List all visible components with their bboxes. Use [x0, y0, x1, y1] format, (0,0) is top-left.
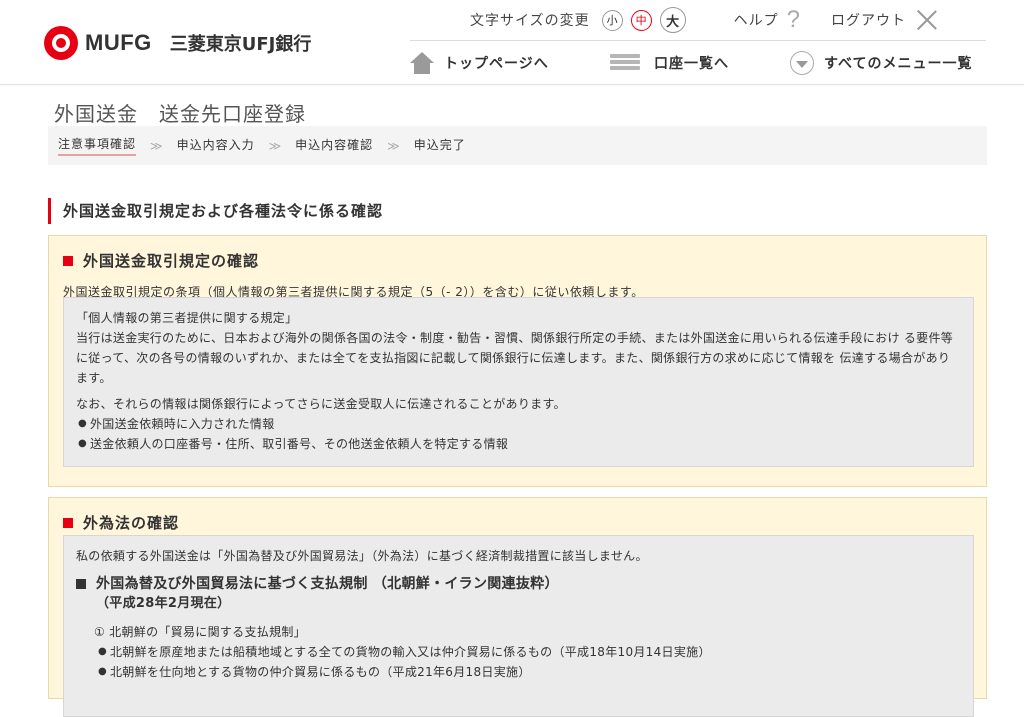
font-size-large-button[interactable]: 大	[659, 7, 686, 33]
red-square-icon	[63, 255, 73, 266]
question-icon: ?	[786, 6, 801, 33]
black-square-icon	[76, 579, 86, 589]
forex-law-heading: 外為法の確認	[63, 512, 986, 533]
help-label: ヘルプ	[733, 13, 779, 29]
bullet-icon: ●	[98, 646, 108, 657]
nav-account-list[interactable]: 口座一覧へ	[610, 52, 790, 74]
step-separator: ≫	[150, 138, 163, 153]
privacy-terms-note: なお、それらの情報は関係銀行によってさらに送金受取人に伝達されることがあります。	[76, 397, 566, 411]
nav-all-menu[interactable]: すべてのメニュー一覧	[790, 51, 972, 75]
step-separator: ≫	[387, 138, 400, 153]
law-heading-text: 外国為替及び外国貿易法に基づく支払規制 （北朝鮮・イラン関連抜粋）	[96, 576, 559, 592]
forex-law-panel: 私の依頼する外国送金は「外国為替及び外国貿易法」（外為法）に基づく経済制裁措置に…	[63, 535, 974, 717]
remittance-terms-heading: 外国送金取引規定の確認	[63, 250, 986, 271]
logo-text: MUFG	[85, 30, 152, 55]
list-item: ● 外国送金依頼時に入力された情報	[78, 414, 961, 434]
nav-divider	[410, 40, 986, 41]
header-divider	[0, 84, 1024, 85]
step-item: 申込完了	[413, 138, 466, 152]
nav-top-page-label: トップページへ	[444, 56, 549, 72]
logout-link[interactable]: ログアウト	[831, 9, 938, 31]
page-title: 外国送金 送金先口座登録	[54, 102, 306, 126]
home-icon	[410, 52, 434, 74]
font-size-medium-button[interactable]: 中	[630, 9, 652, 31]
forex-law-heading-text: 外為法の確認	[83, 514, 180, 532]
forex-law-intro: 私の依頼する外国送金は「外国為替及び外国貿易法」（外為法）に基づく経済制裁措置に…	[76, 549, 648, 563]
bullet-icon: ●	[78, 438, 88, 449]
bank-logo[interactable]: MUFG 三菱東京UFJ銀行	[44, 26, 311, 60]
close-icon	[916, 9, 938, 31]
step-item: 申込内容確認	[295, 138, 374, 152]
step-separator: ≫	[268, 138, 282, 153]
nav-all-menu-label: すべてのメニュー一覧	[824, 56, 973, 72]
site-header: MUFG 三菱東京UFJ銀行 文字サイズの変更 小 中 大 ヘルプ ? ログアウ…	[0, 0, 1024, 85]
progress-steps: 注意事項確認 ≫ 申込内容入力 ≫ 申込内容確認 ≫ 申込完了	[48, 126, 987, 165]
section-title: 外国送金取引規定および各種法令に係る確認	[48, 198, 383, 224]
nav-top-page[interactable]: トップページへ	[410, 52, 610, 74]
law-date: （平成28年2月現在）	[96, 596, 231, 611]
forex-law-box: 外為法の確認 私の依頼する外国送金は「外国為替及び外国貿易法」（外為法）に基づく…	[48, 497, 987, 717]
step-current: 注意事項確認	[58, 135, 137, 156]
bank-name: 三菱東京UFJ銀行	[169, 34, 312, 55]
red-square-icon	[63, 517, 73, 528]
global-nav: トップページへ 口座一覧へ すべてのメニュー一覧	[410, 48, 986, 78]
list-item-text: 外国送金依頼時に入力された情報	[90, 417, 275, 431]
law-item-title: ① 北朝鮮の「貿易に関する支払規制」	[94, 625, 306, 639]
nav-account-list-label: 口座一覧へ	[654, 56, 729, 72]
chevron-down-icon	[790, 51, 814, 75]
font-size-label: 文字サイズの変更	[470, 13, 590, 29]
privacy-terms-panel: 「個人情報の第三者提供に関する規定」 当行は送金実行のために、日本および海外の関…	[63, 297, 974, 467]
font-size-small-button[interactable]: 小	[601, 9, 623, 31]
bullet-icon: ●	[98, 666, 108, 677]
privacy-terms-body: 当行は送金実行のために、日本および海外の関係各国の法令・制度・勧告・習慣、関係銀…	[76, 331, 954, 385]
bullet-icon: ●	[78, 418, 88, 429]
remittance-terms-box: 外国送金取引規定の確認 外国送金取引規定の条項（個人情報の第三者提供に関する規定…	[48, 235, 987, 487]
mufg-logo-icon	[44, 26, 78, 60]
list-item: ● 送金依頼人の口座番号・住所、取引番号、その他送金依頼人を特定する情報	[78, 434, 961, 454]
utility-bar: 文字サイズの変更 小 中 大 ヘルプ ? ログアウト	[470, 6, 986, 34]
list-item: ● 北朝鮮を原産地または船積地域とする全ての貨物の輸入又は仲介貿易に係るもの（平…	[98, 642, 961, 662]
list-item-text: 送金依頼人の口座番号・住所、取引番号、その他送金依頼人を特定する情報	[90, 437, 509, 451]
list-item-text: 北朝鮮を原産地または船積地域とする全ての貨物の輸入又は仲介貿易に係るもの（平成1…	[110, 645, 711, 659]
list-item-text: 北朝鮮を仕向地とする貨物の仲介貿易に係るもの（平成21年6月18日実施）	[110, 665, 531, 679]
remittance-terms-heading-text: 外国送金取引規定の確認	[83, 252, 260, 270]
law-heading: 外国為替及び外国貿易法に基づく支払規制 （北朝鮮・イラン関連抜粋）	[76, 574, 961, 594]
list-item: ● 北朝鮮を仕向地とする貨物の仲介貿易に係るもの（平成21年6月18日実施）	[98, 662, 961, 682]
help-link[interactable]: ヘルプ ?	[734, 6, 801, 34]
passbook-icon	[610, 52, 642, 74]
privacy-terms-title: 「個人情報の第三者提供に関する規定」	[76, 311, 298, 325]
step-item: 申込内容入力	[176, 138, 255, 152]
logout-label: ログアウト	[830, 13, 906, 29]
